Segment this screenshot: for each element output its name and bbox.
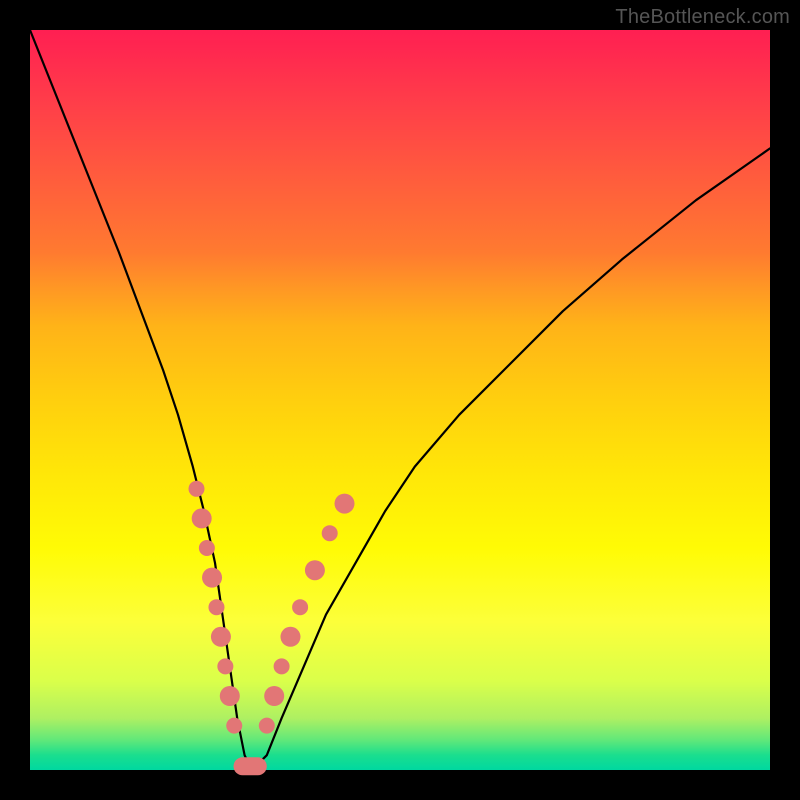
highlight-dot (192, 508, 212, 528)
bottleneck-curve (30, 30, 770, 770)
highlight-dot (292, 599, 308, 615)
highlight-dot (202, 568, 222, 588)
highlight-dot (305, 560, 325, 580)
chart-frame: TheBottleneck.com (0, 0, 800, 800)
highlight-dot (189, 481, 205, 497)
highlight-dot (217, 658, 233, 674)
highlight-dot (208, 599, 224, 615)
highlight-dot (211, 627, 231, 647)
highlight-dot (199, 540, 215, 556)
highlight-dots-left (189, 481, 243, 734)
highlight-dot (280, 627, 300, 647)
bottom-pill (234, 757, 267, 775)
highlight-dot (322, 525, 338, 541)
watermark-label: TheBottleneck.com (615, 6, 790, 29)
highlight-dot (259, 718, 275, 734)
highlight-dot (335, 494, 355, 514)
highlight-dot (220, 686, 240, 706)
highlight-dots-right (259, 494, 355, 734)
plot-area (30, 30, 770, 770)
curve-svg (30, 30, 770, 770)
highlight-dot (274, 658, 290, 674)
highlight-dot (226, 718, 242, 734)
highlight-dot (264, 686, 284, 706)
